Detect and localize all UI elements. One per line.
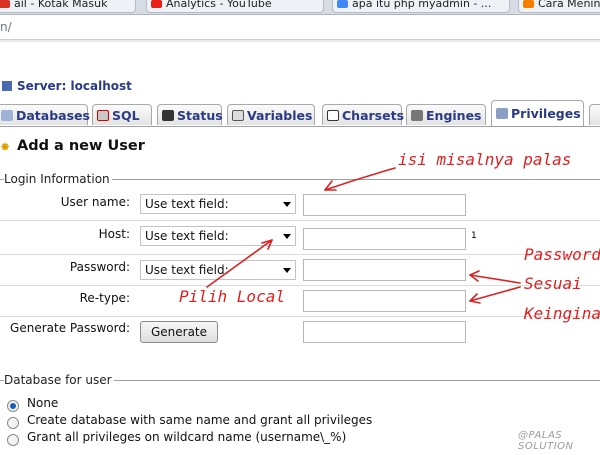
password-select[interactable]: Use text field: [140, 260, 296, 280]
annotation-password-1: Password [524, 245, 600, 264]
charsets-icon [327, 110, 339, 121]
gmail-icon [0, 0, 10, 8]
annotation-username: isi misalnya palas [398, 150, 572, 169]
youtube-icon [151, 0, 162, 8]
server-icon [2, 81, 12, 91]
radio-create-database[interactable] [7, 417, 19, 429]
tab-sql[interactable]: SQL [92, 104, 152, 125]
browser-tab-youtube[interactable]: Analytics - YouTube [146, 0, 324, 13]
password-label: Password: [69, 260, 130, 274]
radio-none[interactable] [7, 400, 19, 412]
tab-privileges[interactable]: Privileges [491, 100, 584, 127]
radio-create-database-label: Create database with same name and grant… [27, 413, 373, 427]
google-icon [337, 0, 348, 8]
radio-wildcard-label: Grant all privileges on wildcard name (u… [27, 430, 347, 444]
generate-password-label: Generate Password: [10, 321, 130, 335]
divider [0, 40, 600, 42]
chevron-down-icon [283, 202, 291, 207]
browser-tab-blogger[interactable]: Cara Mening [518, 0, 600, 13]
database-legend: Database for user [4, 373, 114, 387]
tab-variables[interactable]: Variables [227, 104, 315, 125]
browser-tab-gmail[interactable]: ail - Kotak Masuk [0, 0, 136, 13]
retype-input[interactable] [303, 290, 466, 312]
radio-none-label: None [27, 396, 59, 410]
server-breadcrumb[interactable]: Server: localhost [2, 79, 132, 95]
host-input[interactable] [303, 228, 466, 250]
generate-button[interactable]: Generate [140, 321, 218, 343]
browser-tab-strip: ail - Kotak Masuk Analytics - YouTube ap… [0, 0, 600, 15]
password-input[interactable] [303, 259, 466, 281]
tab-engines[interactable]: Engines [406, 104, 486, 125]
username-input[interactable] [303, 194, 466, 216]
arrow-to-password [469, 274, 521, 284]
tab-more[interactable] [589, 104, 600, 125]
row-divider [0, 254, 600, 255]
row-divider [0, 220, 600, 221]
variables-icon [232, 110, 244, 121]
databases-icon [1, 110, 13, 121]
address-bar[interactable]: n/ [0, 15, 600, 40]
tab-divider [0, 126, 600, 127]
host-select[interactable]: Use text field: [140, 226, 296, 246]
username-select[interactable]: Use text field: [140, 194, 296, 214]
host-label: Host: [98, 227, 130, 241]
row-divider [0, 316, 600, 317]
chevron-down-icon [283, 234, 291, 239]
browser-tab-google[interactable]: apa itu php myadmin - ... [332, 0, 510, 13]
status-icon [162, 110, 174, 121]
blogger-icon [523, 0, 534, 8]
tab-charsets[interactable]: Charsets [322, 104, 404, 125]
annotation-password-2: Sesuai [524, 274, 582, 293]
tab-status[interactable]: Status [157, 104, 223, 125]
tab-databases[interactable]: Databases [0, 104, 90, 125]
username-label: User name: [60, 195, 130, 209]
annotation-password-3: Keinginan [524, 304, 600, 323]
pma-tab-bar: Databases SQL Status Variables Charsets … [0, 100, 600, 127]
generated-password-input[interactable] [303, 321, 466, 343]
row-divider [0, 285, 600, 286]
sql-icon [97, 110, 109, 121]
annotation-host: Pilih Local [179, 287, 285, 306]
arrow-to-retype [469, 286, 521, 302]
privileges-icon [496, 108, 508, 119]
watermark: @PALAS SOLUTION [518, 430, 574, 452]
login-legend: Login Information [4, 172, 112, 186]
new-user-icon: ✸ [0, 140, 11, 154]
radio-wildcard[interactable] [7, 434, 19, 446]
chevron-down-icon [283, 268, 291, 273]
retype-label: Re-type: [79, 291, 130, 305]
engines-icon [411, 110, 423, 121]
address-text: n/ [0, 20, 12, 34]
host-footnote: 1 [471, 231, 477, 241]
page-title: ✸ Add a new User [0, 138, 145, 154]
